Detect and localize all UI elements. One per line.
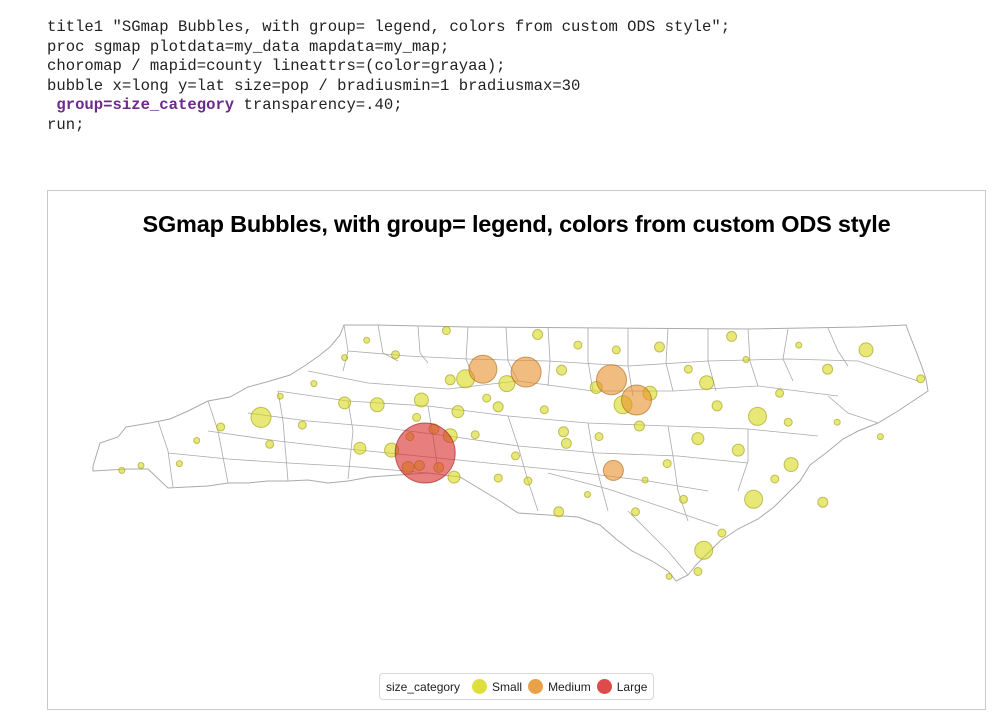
bubble-small <box>391 350 400 360</box>
code-line-5-rest: transparency=.40; <box>234 96 403 115</box>
code-line-1: title1 "SGmap Bubbles, with group= legen… <box>47 18 731 36</box>
bubble-small <box>310 380 318 388</box>
code-line-2: proc sgmap plotdata=my_data mapdata=my_m… <box>47 37 450 56</box>
code-line-5: group=size_category transparency=.40; <box>47 96 730 116</box>
bubble-small <box>532 329 544 340</box>
bubble-small <box>363 336 371 344</box>
bubble-small <box>693 567 703 576</box>
bubble-small <box>556 364 568 376</box>
bubble-small <box>441 326 451 336</box>
bubble-small <box>297 420 307 430</box>
bubble-small <box>631 507 640 517</box>
bubble-medium <box>621 384 652 416</box>
bubble-medium <box>596 364 627 396</box>
bubble-large <box>394 422 456 484</box>
bubble-small <box>511 451 520 461</box>
bubble-small <box>783 417 793 427</box>
bubble-small <box>775 388 785 398</box>
code-line-4: bubble x=long y=lat size=pop / bradiusmi… <box>47 76 581 95</box>
bubble-small <box>876 433 884 441</box>
legend-label-small: Small <box>492 679 523 694</box>
graph-output-frame: SGmap Bubbles, with group= legend, color… <box>47 190 986 710</box>
bubble-small <box>683 364 693 374</box>
bubble-small <box>250 406 272 428</box>
bubble-medium <box>602 459 624 481</box>
bubble-small <box>451 405 465 419</box>
nc-bubble-map <box>92 324 929 582</box>
bubble-small <box>633 420 645 432</box>
bubble-small <box>560 437 572 449</box>
bubble-small <box>412 412 422 422</box>
bubble-small <box>742 356 750 363</box>
bubble-small <box>858 342 874 358</box>
bubble-small <box>338 396 352 410</box>
bubble-small <box>662 459 672 469</box>
bubble-small <box>795 341 803 349</box>
bubble-small <box>770 474 780 484</box>
bubble-medium <box>510 356 542 388</box>
bubble-small <box>694 540 714 560</box>
legend-item-medium: Medium <box>528 679 591 694</box>
legend-label-large: Large <box>616 679 648 694</box>
bubble-small <box>444 374 456 386</box>
bubble-small <box>748 406 767 426</box>
bubble-small <box>492 401 504 413</box>
bubble-small <box>665 572 673 580</box>
bubble-small <box>654 341 665 353</box>
bubble-small <box>641 476 649 484</box>
bubble-small <box>822 363 834 375</box>
legend: size_category Small Medium Large <box>379 673 655 700</box>
legend-swatch-small-icon <box>472 679 488 694</box>
bubble-small <box>717 528 727 538</box>
bubble-small <box>731 443 745 457</box>
bubble-small <box>573 340 583 350</box>
bubble-medium <box>468 354 498 384</box>
bubble-small <box>265 439 275 449</box>
bubble-small <box>699 375 715 391</box>
bubble-small <box>193 437 201 444</box>
legend-swatch-large-icon <box>596 679 612 694</box>
code-line-6: run; <box>47 115 85 134</box>
state-outline <box>92 324 929 582</box>
bubble-small <box>916 374 926 384</box>
legend-label-medium: Medium <box>548 679 591 694</box>
bubble-small <box>744 489 764 509</box>
bubble-small <box>523 476 533 486</box>
bubble-small <box>594 432 604 442</box>
bubble-small <box>216 422 226 432</box>
code-line-3: choromap / mapid=county lineattrs=(color… <box>47 57 506 76</box>
bubble-small <box>611 345 621 355</box>
legend-item-small: Small <box>472 679 522 694</box>
sas-code-block: title1 "SGmap Bubbles, with group= legen… <box>47 18 730 136</box>
bubble-small <box>276 392 284 400</box>
bubble-small <box>783 457 799 473</box>
bubble-small <box>711 400 723 412</box>
bubble-small <box>482 393 492 403</box>
bubble-small <box>493 473 503 483</box>
legend-item-large: Large <box>596 679 648 694</box>
legend-title: size_category <box>386 679 461 694</box>
bubble-small <box>833 418 841 426</box>
bubble-small <box>137 462 145 469</box>
county-map-layer <box>92 324 929 582</box>
bubble-small <box>553 506 565 518</box>
bubble-small <box>691 432 705 446</box>
bubble-small <box>539 405 549 415</box>
legend-swatch-medium-icon <box>528 679 544 694</box>
bubble-small <box>369 397 385 413</box>
bubble-small <box>584 491 591 498</box>
code-keyword-group: group=size_category <box>47 96 235 115</box>
bubble-small <box>447 470 461 484</box>
bubble-small <box>175 460 183 468</box>
bubble-small <box>353 441 367 455</box>
bubble-small <box>413 392 429 408</box>
bubble-small <box>470 430 480 440</box>
bubble-small <box>558 426 569 438</box>
bubble-small <box>341 354 349 362</box>
bubble-small <box>118 466 126 474</box>
bubble-small <box>817 496 829 508</box>
bubble-small <box>726 330 738 342</box>
bubble-small <box>679 494 688 504</box>
